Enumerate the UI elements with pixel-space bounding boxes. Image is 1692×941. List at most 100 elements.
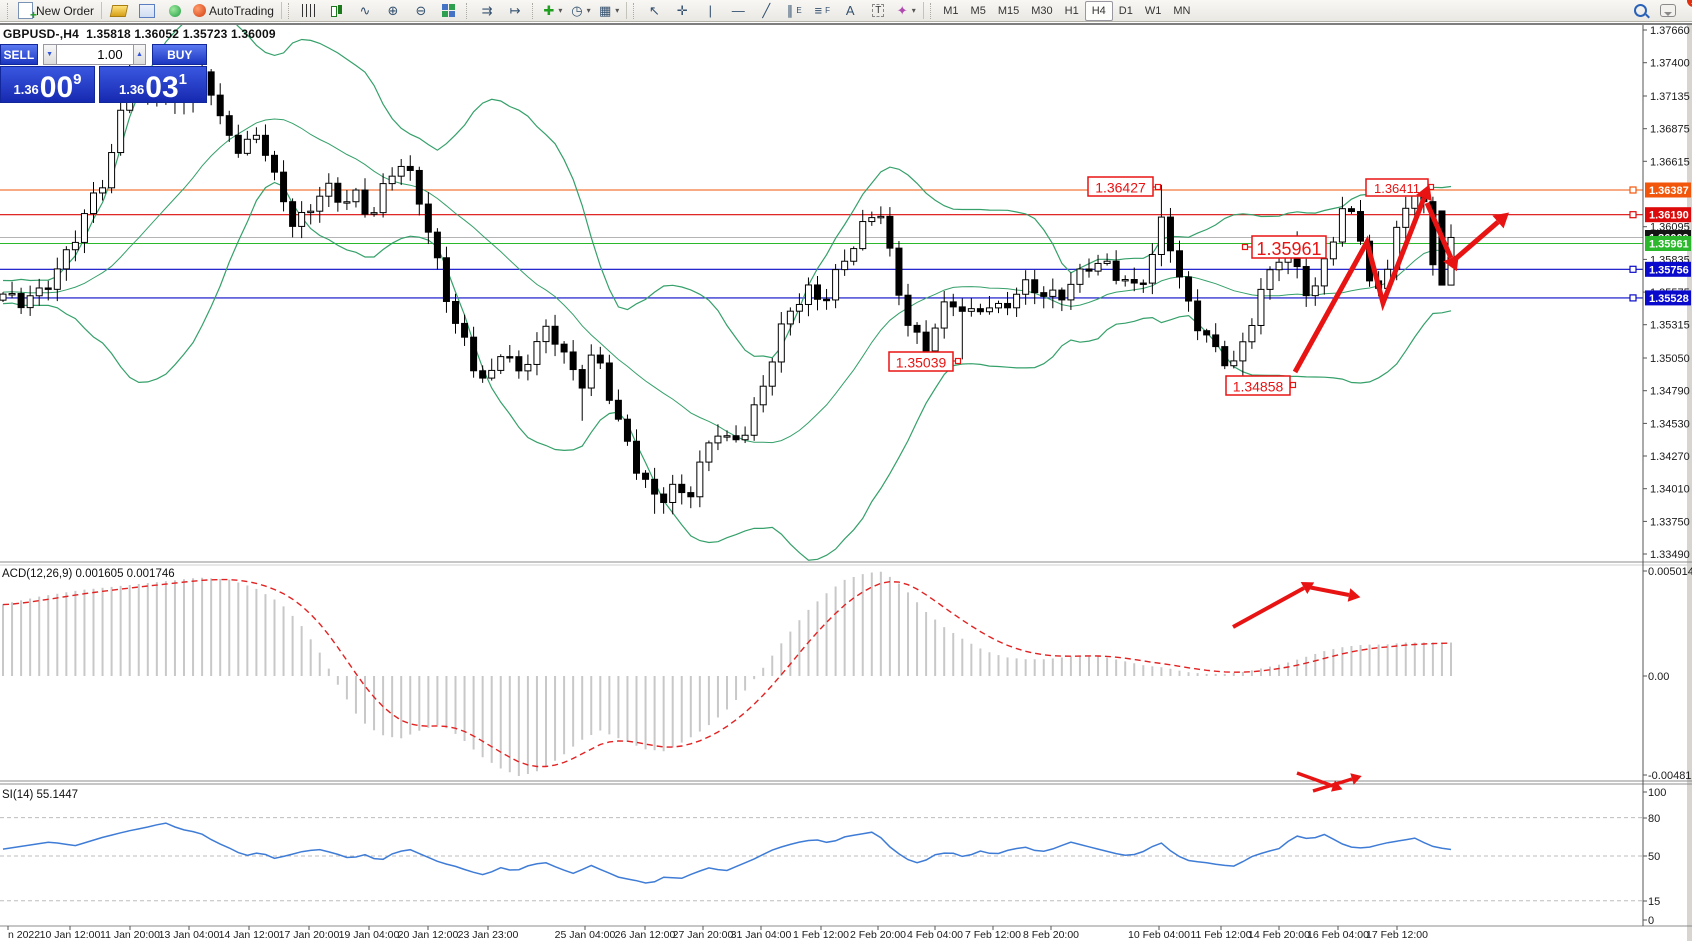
svg-text:1.36615: 1.36615 bbox=[1650, 156, 1690, 168]
trendline-tool-button[interactable]: ╱ bbox=[752, 0, 780, 22]
price-axis[interactable]: 1.376601.374001.371351.368751.366151.360… bbox=[1630, 25, 1691, 561]
price-annotation[interactable]: 1.36427 bbox=[1088, 177, 1153, 196]
fibonacci-tool-button[interactable]: ≡F bbox=[808, 0, 836, 22]
price-annotation[interactable]: 1.34858 bbox=[1226, 376, 1290, 395]
chevron-down-icon: ▾ bbox=[558, 6, 562, 15]
timeframe-M15[interactable]: M15 bbox=[992, 2, 1025, 20]
chart-shift-button[interactable]: ↦ bbox=[501, 0, 529, 22]
channel-tool-button[interactable]: ∥E bbox=[780, 0, 808, 22]
trendline-icon: ╱ bbox=[762, 4, 770, 17]
timeframe-H1[interactable]: H1 bbox=[1059, 2, 1085, 20]
timeframe-H4[interactable]: H4 bbox=[1085, 1, 1113, 21]
arrows-tool-button[interactable]: ✦▾ bbox=[892, 0, 920, 22]
timeframe-MN[interactable]: MN bbox=[1167, 2, 1196, 20]
svg-text:1.35756: 1.35756 bbox=[1649, 264, 1689, 276]
templates-button[interactable]: ▦▾ bbox=[595, 0, 623, 22]
tile-windows-button[interactable] bbox=[435, 0, 463, 22]
new-order-label: New Order bbox=[36, 4, 94, 18]
bar-chart-icon bbox=[302, 4, 315, 17]
trend-arrow[interactable] bbox=[1453, 213, 1509, 262]
autotrading-icon bbox=[193, 4, 206, 17]
zoom-in-button[interactable]: ⊕ bbox=[379, 0, 407, 22]
buy-price[interactable]: 1.36 03 1 bbox=[99, 66, 207, 103]
label-tool-button[interactable]: T bbox=[864, 0, 892, 22]
new-chart-window-button[interactable] bbox=[133, 0, 161, 22]
svg-text:1.34790: 1.34790 bbox=[1650, 386, 1690, 398]
candlesticks bbox=[0, 55, 1454, 514]
svg-text:27 Jan 20:00: 27 Jan 20:00 bbox=[673, 929, 734, 941]
price-annotation[interactable]: 1.35039 bbox=[889, 352, 953, 371]
chart-shift-icon: ↦ bbox=[510, 4, 521, 17]
autotrading-button[interactable]: AutoTrading bbox=[189, 0, 278, 22]
volume-input[interactable] bbox=[57, 44, 133, 65]
svg-text:ACD(12,26,9) 0.001605 0.001746: ACD(12,26,9) 0.001605 0.001746 bbox=[2, 568, 175, 580]
svg-text:16 Feb 04:00: 16 Feb 04:00 bbox=[1307, 929, 1369, 941]
crosshair-tool-button[interactable]: ✛ bbox=[668, 0, 696, 22]
trend-arrow[interactable] bbox=[1233, 582, 1314, 627]
svg-text:SI(14) 55.1447: SI(14) 55.1447 bbox=[2, 789, 78, 801]
timeframe-M30[interactable]: M30 bbox=[1025, 2, 1058, 20]
vertical-line-tool-button[interactable]: | bbox=[696, 0, 724, 22]
volume-decrease-button[interactable]: ▼ bbox=[43, 44, 57, 65]
sell-price[interactable]: 1.36 00 9 bbox=[0, 66, 95, 103]
chart-window-icon bbox=[139, 4, 155, 18]
line-chart-icon: ∿ bbox=[360, 4, 371, 17]
svg-text:100: 100 bbox=[1648, 787, 1666, 799]
svg-text:14 Jan 12:00: 14 Jan 12:00 bbox=[219, 929, 280, 941]
text-tool-button[interactable]: A bbox=[836, 0, 864, 22]
auto-scroll-button[interactable]: ⇉ bbox=[473, 0, 501, 22]
signals-button[interactable] bbox=[161, 0, 189, 22]
gold-icon bbox=[110, 5, 129, 17]
svg-text:25 Jan 04:00: 25 Jan 04:00 bbox=[555, 929, 616, 941]
new-order-button[interactable]: + New Order bbox=[14, 0, 98, 22]
candlestick-chart-button[interactable] bbox=[323, 0, 351, 22]
time-axis[interactable]: n 202210 Jan 12:0011 Jan 20:0013 Jan 04:… bbox=[8, 926, 1428, 941]
buy-button[interactable]: BUY bbox=[152, 44, 207, 65]
svg-text:26 Jan 12:00: 26 Jan 12:00 bbox=[615, 929, 676, 941]
svg-text:10 Jan 12:00: 10 Jan 12:00 bbox=[40, 929, 101, 941]
rsi-pane bbox=[0, 818, 1643, 901]
macd-pane bbox=[3, 572, 1451, 776]
svg-text:50: 50 bbox=[1648, 851, 1660, 863]
toolbar-grip bbox=[7, 3, 11, 19]
chat-icon bbox=[1660, 4, 1676, 17]
notifications-button[interactable]: 1 bbox=[1654, 0, 1682, 22]
svg-text:1.36875: 1.36875 bbox=[1650, 124, 1690, 136]
volume-increase-button[interactable]: ▲ bbox=[133, 44, 147, 65]
symbol-period-label: GBPUSD-,H4 bbox=[3, 27, 79, 41]
bar-chart-button[interactable] bbox=[295, 0, 323, 22]
svg-text:1.37660: 1.37660 bbox=[1650, 25, 1690, 37]
svg-text:11 Jan 20:00: 11 Jan 20:00 bbox=[100, 929, 160, 941]
timeframe-M1[interactable]: M1 bbox=[937, 2, 964, 20]
line-chart-button[interactable]: ∿ bbox=[351, 0, 379, 22]
zoom-out-button[interactable]: ⊖ bbox=[407, 0, 435, 22]
signal-icon bbox=[169, 5, 181, 17]
timeframe-D1[interactable]: D1 bbox=[1113, 2, 1139, 20]
candlestick-icon bbox=[330, 4, 343, 17]
channel-icon: ∥ bbox=[787, 4, 794, 17]
depth-of-market-button[interactable] bbox=[105, 0, 133, 22]
chevron-down-icon: ▾ bbox=[587, 6, 591, 15]
svg-text:1.34270: 1.34270 bbox=[1650, 451, 1690, 463]
timeframe-W1[interactable]: W1 bbox=[1139, 2, 1168, 20]
auto-scroll-icon: ⇉ bbox=[482, 4, 493, 17]
periods-button[interactable]: ◷▾ bbox=[567, 0, 595, 22]
indicators-button[interactable]: ✚▾ bbox=[539, 0, 567, 22]
trend-arrow[interactable] bbox=[1308, 587, 1360, 602]
cursor-tool-button[interactable]: ↖ bbox=[640, 0, 668, 22]
search-button[interactable] bbox=[1626, 0, 1654, 22]
sell-button[interactable]: SELL bbox=[0, 44, 38, 65]
chart-area[interactable]: 1.376601.374001.371351.368751.366151.360… bbox=[0, 25, 1692, 941]
svg-text:1.35528: 1.35528 bbox=[1649, 293, 1689, 305]
svg-text:1.35961: 1.35961 bbox=[1649, 239, 1689, 251]
svg-text:10 Feb 04:00: 10 Feb 04:00 bbox=[1128, 929, 1190, 941]
svg-text:11 Feb 12:00: 11 Feb 12:00 bbox=[1190, 929, 1251, 941]
price-annotation[interactable]: 1.35961 bbox=[1252, 236, 1326, 259]
arrows-tool-icon: ✦ bbox=[897, 4, 908, 17]
terminal-window: + New Order AutoTrading ∿ ⊕ ⊖ ⇉ ↦ ✚▾ ◷▾ … bbox=[0, 0, 1692, 941]
svg-text:2 Feb 20:00: 2 Feb 20:00 bbox=[850, 929, 906, 941]
svg-text:0: 0 bbox=[1648, 915, 1654, 927]
timeframe-M5[interactable]: M5 bbox=[965, 2, 992, 20]
horizontal-line-tool-button[interactable]: ― bbox=[724, 0, 752, 22]
toolbar: + New Order AutoTrading ∿ ⊕ ⊖ ⇉ ↦ ✚▾ ◷▾ … bbox=[0, 0, 1692, 22]
